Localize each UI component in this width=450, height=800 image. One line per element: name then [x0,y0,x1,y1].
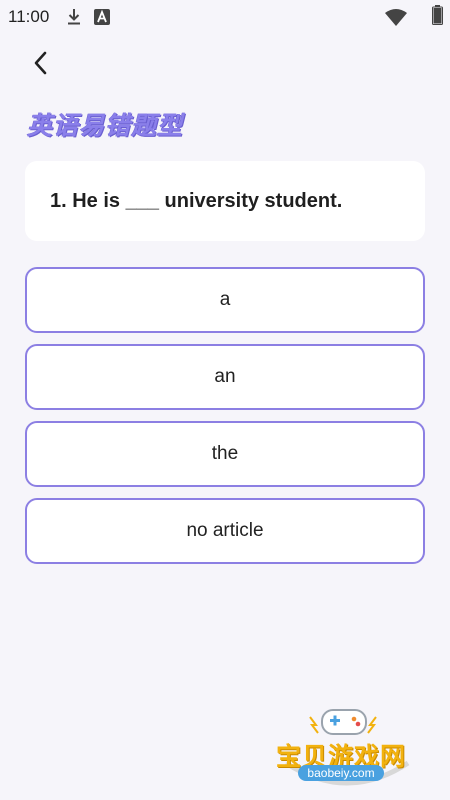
question-card: 1. He is ___ university student. [25,161,425,241]
watermark-logo: 宝贝游戏网 baobeiy.com [272,705,422,795]
download-icon [66,8,82,31]
chevron-left-icon [32,51,50,80]
option-no-article-button[interactable]: no article [25,498,425,564]
option-an-button[interactable]: an [25,344,425,410]
option-a-button[interactable]: a [25,267,425,333]
wifi-icon [385,8,407,31]
option-the-button[interactable]: the [25,421,425,487]
back-button[interactable] [26,50,56,80]
keyboard-a-icon [94,9,110,30]
status-time: 11:00 [8,7,50,26]
battery-icon [432,5,443,30]
option-list: a an the no article [25,267,425,575]
question-text: 1. He is ___ university student. [50,189,343,212]
status-bar: 11:00 [0,0,450,34]
page-title: 英语易错题型 [27,111,184,140]
watermark-url: baobeiy.com [298,765,384,781]
